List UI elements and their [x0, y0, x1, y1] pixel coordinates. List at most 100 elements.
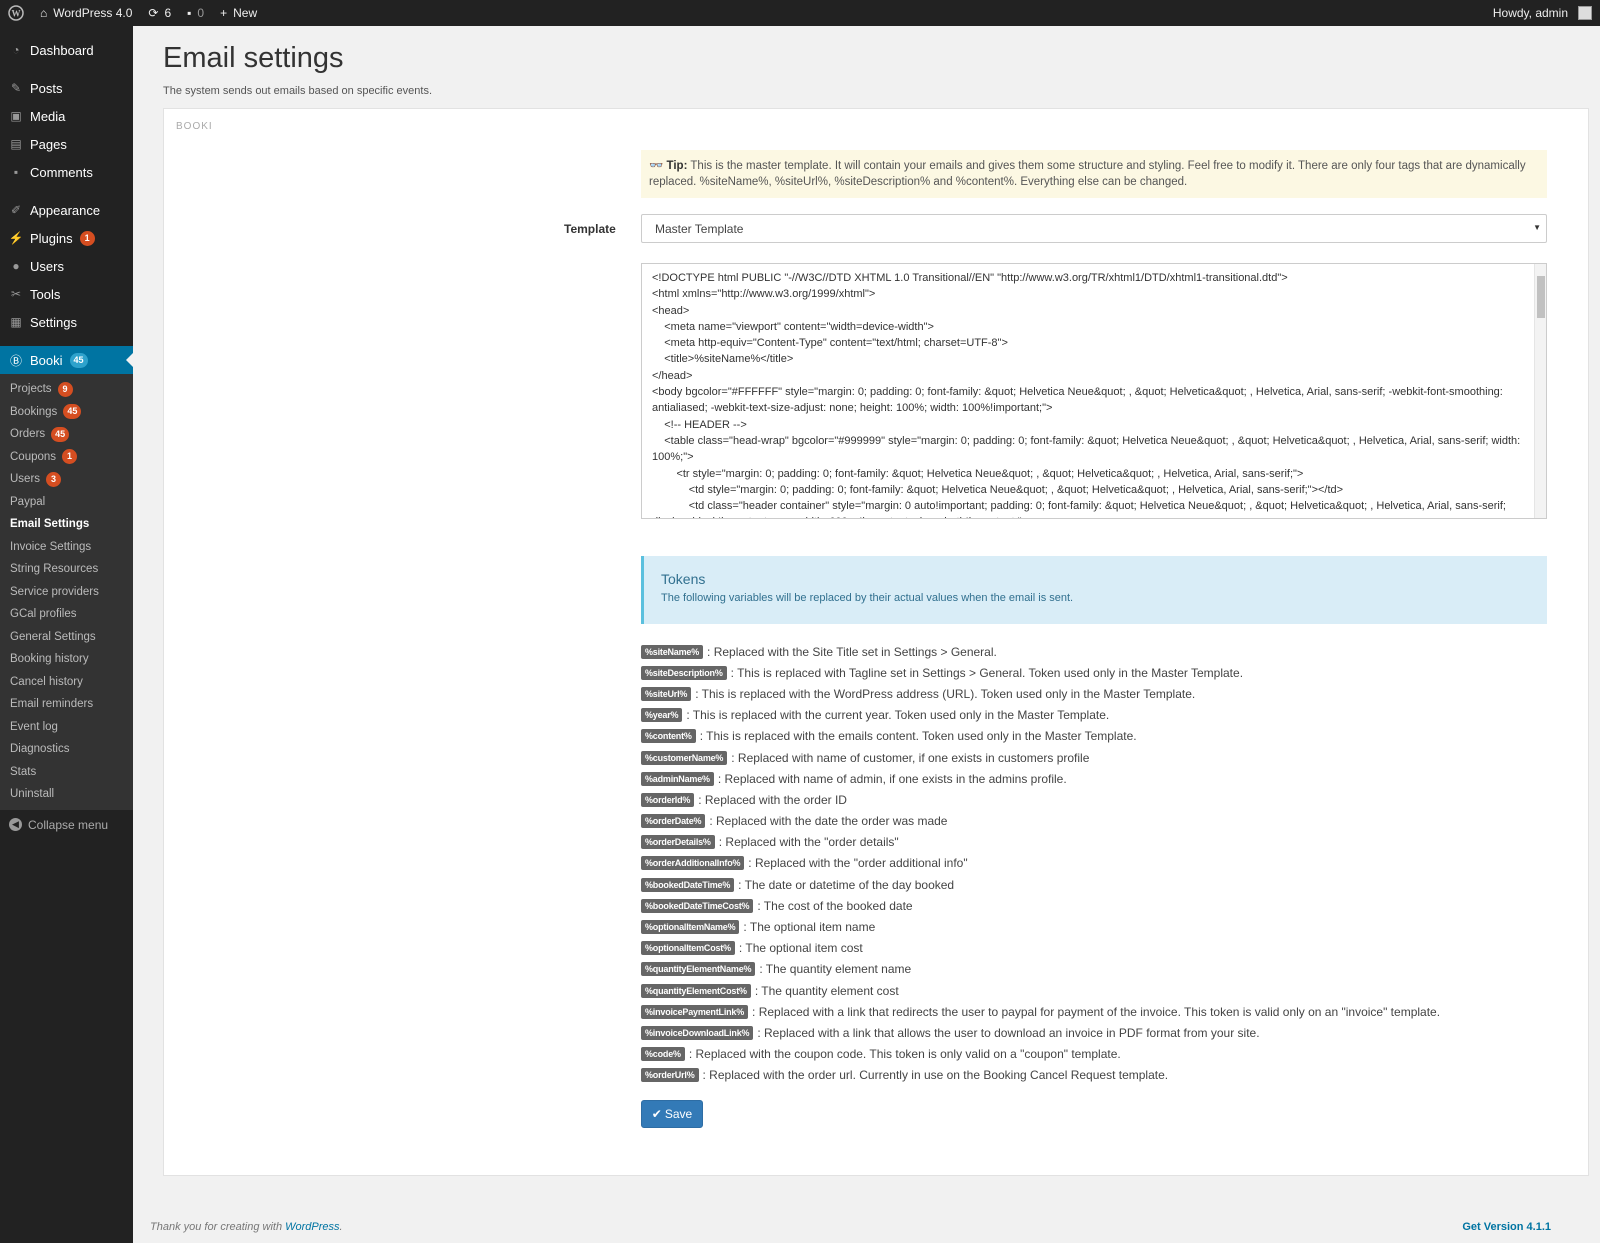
token-description: : This is replaced with the current year…	[686, 708, 1110, 723]
menu-settings[interactable]: ▦ Settings	[0, 308, 133, 336]
save-label: Save	[664, 1107, 693, 1121]
submenu-item[interactable]: Coupons 1	[0, 446, 133, 469]
submenu-item[interactable]: String Resources	[0, 558, 133, 581]
submenu-item[interactable]: GCal profiles	[0, 603, 133, 626]
submenu-item[interactable]: Uninstall	[0, 783, 133, 806]
submenu-item[interactable]: Stats	[0, 761, 133, 784]
menu-appearance[interactable]: ✐ Appearance	[0, 196, 133, 224]
editor-text: <!DOCTYPE html PUBLIC "-//W3C//DTD XHTML…	[652, 272, 1521, 518]
menu-pages[interactable]: ▤ Pages	[0, 130, 133, 158]
submenu-item[interactable]: Event log	[0, 716, 133, 739]
submenu-item[interactable]: Cancel history	[0, 671, 133, 694]
footer-thanks: Thank you for creating with WordPress.	[150, 1221, 343, 1233]
submenu-item[interactable]: Diagnostics	[0, 738, 133, 761]
menu-plugins[interactable]: ⚡ Plugins 1	[0, 224, 133, 252]
submenu-item[interactable]: Paypal	[0, 491, 133, 514]
submenu-item[interactable]: Email reminders	[0, 693, 133, 716]
submenu-label: Stats	[10, 765, 37, 778]
menu-booki[interactable]: Ⓑ Booki 45	[0, 346, 133, 374]
submenu-item[interactable]: Projects 9	[0, 378, 133, 401]
menu-label: Users	[30, 258, 64, 274]
menu-dashboard[interactable]: ◔ Dashboard	[0, 36, 133, 64]
submenu-item[interactable]: General Settings	[0, 626, 133, 649]
get-version-link[interactable]: Get Version 4.1.1	[1462, 1221, 1551, 1233]
token-row: %quantityElementCost%: The quantity elem…	[641, 980, 1547, 1001]
token-tag: %content%	[641, 729, 696, 744]
menu-media[interactable]: ▣ Media	[0, 102, 133, 130]
token-tag: %siteUrl%	[641, 686, 692, 701]
menu-comments[interactable]: ▪ Comments	[0, 158, 133, 186]
comments-count: 0	[197, 6, 205, 20]
submenu-label: Paypal	[10, 495, 46, 508]
collapse-menu-button[interactable]: ◀ Collapse menu	[0, 810, 133, 840]
updates-count: 6	[164, 6, 172, 20]
token-tag: %quantityElementCost%	[641, 983, 751, 998]
token-row: %siteName%: Replaced with the Site Title…	[641, 641, 1547, 662]
token-tag: %optionalItemName%	[641, 920, 740, 935]
menu-label: Booki	[30, 352, 63, 368]
submenu-label: Orders	[10, 428, 46, 441]
token-tag: %orderAdditionalInfo%	[641, 856, 745, 871]
panel-heading: BOOKI	[176, 121, 213, 132]
comment-icon: ▪	[187, 6, 192, 20]
submenu-label: Invoice Settings	[10, 540, 92, 553]
token-description: : This is replaced with the WordPress ad…	[695, 686, 1196, 701]
avatar	[1578, 6, 1592, 20]
menu-posts[interactable]: ✎ Posts	[0, 74, 133, 102]
token-row: %orderDate%: Replaced with the date the …	[641, 811, 1547, 832]
token-description: : Replaced with the coupon code. This to…	[688, 1047, 1121, 1062]
svg-text:W: W	[12, 9, 21, 19]
site-name-link[interactable]: ⌂ WordPress 4.0	[32, 0, 140, 26]
submenu-label: General Settings	[10, 630, 96, 643]
submenu-item[interactable]: Service providers	[0, 581, 133, 604]
submenu-item[interactable]: Orders 45	[0, 423, 133, 446]
editor-scrollbar[interactable]	[1534, 264, 1546, 518]
wp-logo-icon[interactable]: W	[0, 0, 32, 26]
token-description: : The date or datetime of the day booked	[738, 877, 955, 892]
updates-link[interactable]: ⟳ 6	[140, 0, 179, 26]
submenu-item[interactable]: Bookings 45	[0, 401, 133, 424]
menu-label: Media	[30, 108, 66, 124]
submenu-item[interactable]: Users 3	[0, 468, 133, 491]
submenu-label: Cancel history	[10, 675, 83, 688]
submenu-item[interactable]: Booking history	[0, 648, 133, 671]
token-row: %code%: Replaced with the coupon code. T…	[641, 1044, 1547, 1065]
token-row: %optionalItemCost%: The optional item co…	[641, 938, 1547, 959]
token-row: %content%: This is replaced with the ema…	[641, 726, 1547, 747]
save-button[interactable]: ✔ Save	[641, 1100, 703, 1128]
wrench-icon: ✂	[10, 287, 22, 301]
comments-link[interactable]: ▪ 0	[179, 0, 212, 26]
refresh-icon: ⟳	[148, 6, 159, 20]
token-tag: %orderDetails%	[641, 835, 715, 850]
submenu-label: String Resources	[10, 563, 99, 576]
submenu-item[interactable]: Email Settings	[0, 513, 133, 536]
submenu-label: Service providers	[10, 585, 99, 598]
page-title: Email settings	[163, 42, 344, 74]
scrollbar-thumb[interactable]	[1537, 276, 1545, 318]
token-row: %orderAdditionalInfo%: Replaced with the…	[641, 853, 1547, 874]
wordpress-link[interactable]: WordPress	[285, 1221, 339, 1233]
menu-tools[interactable]: ✂ Tools	[0, 280, 133, 308]
my-account-link[interactable]: Howdy, admin	[1485, 0, 1600, 26]
token-tag: %quantityElementName%	[641, 962, 756, 977]
submenu-item[interactable]: Invoice Settings	[0, 536, 133, 559]
submenu-label: Uninstall	[10, 788, 55, 801]
token-description: : Replaced with name of customer, if one…	[731, 750, 1090, 765]
token-description: : Replaced with the date the order was m…	[709, 814, 948, 829]
token-description: : The cost of the booked date	[757, 898, 913, 913]
new-content-link[interactable]: + New	[212, 0, 265, 26]
token-tag: %year%	[641, 708, 683, 723]
token-description: : Replaced with the order ID	[698, 792, 847, 807]
token-row: %year%: This is replaced with the curren…	[641, 705, 1547, 726]
token-description: : The optional item name	[743, 920, 876, 935]
footer-thanks-suffix: .	[339, 1221, 343, 1233]
token-tag: %bookedDateTime%	[641, 877, 735, 892]
home-icon: ⌂	[40, 6, 48, 20]
menu-label: Plugins	[30, 230, 73, 246]
template-select[interactable]: Master Template ▼	[641, 214, 1547, 243]
menu-label: Settings	[30, 314, 77, 330]
comment-icon: ▪	[13, 165, 19, 179]
template-editor[interactable]: <!DOCTYPE html PUBLIC "-//W3C//DTD XHTML…	[641, 263, 1547, 519]
menu-users[interactable]: ● Users	[0, 252, 133, 280]
menu-label: Tools	[30, 286, 61, 302]
